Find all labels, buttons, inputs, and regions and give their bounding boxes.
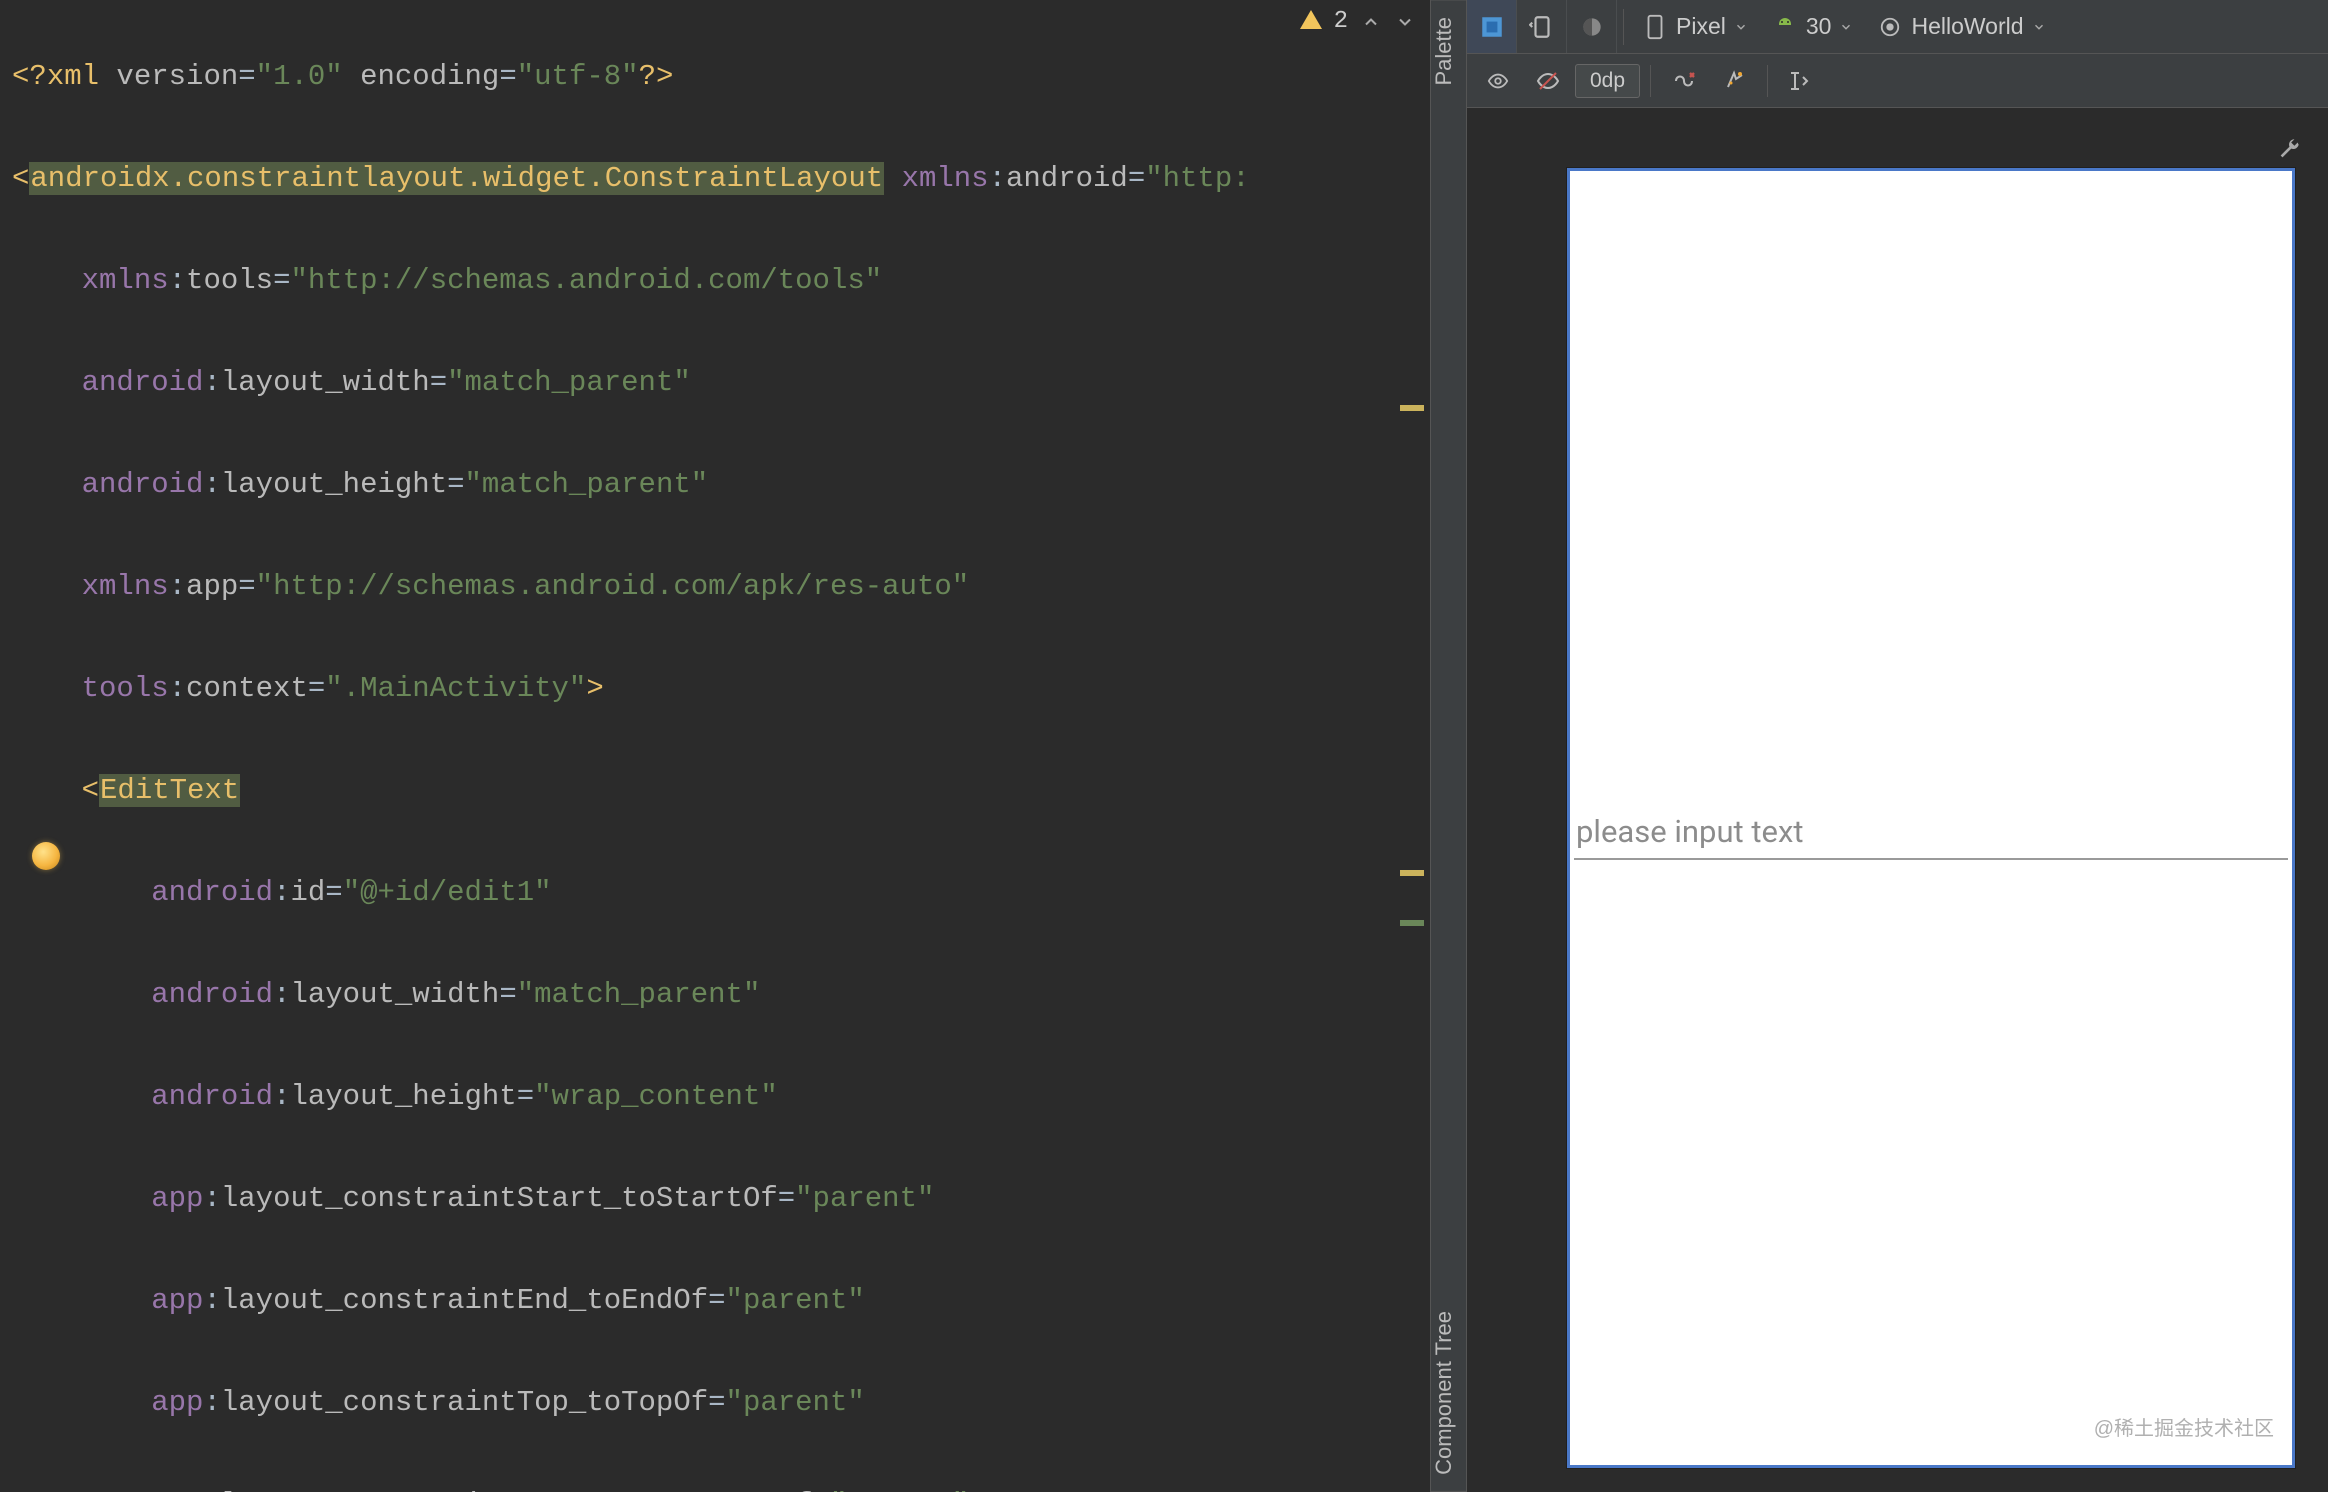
separator — [1623, 9, 1624, 45]
api-level: 30 — [1806, 13, 1832, 40]
theme-selector[interactable]: HelloWorld — [1865, 0, 2057, 54]
palette-label: Palette — [1431, 17, 1456, 86]
design-surface-select-icon[interactable] — [1467, 0, 1517, 54]
design-toolbar-secondary: 0dp — [1467, 54, 2328, 108]
view-options-icon[interactable] — [1475, 59, 1521, 103]
layout-design-preview: Pixel 30 HelloWorld — [1466, 0, 2328, 1492]
toggle-issue-panel-icon[interactable] — [1525, 59, 1571, 103]
default-margins-icon[interactable] — [1778, 59, 1824, 103]
palette-tool-window-button[interactable]: Palette — [1431, 0, 1466, 102]
edittext-preview[interactable] — [1574, 807, 2288, 860]
attributes-wrench-icon[interactable] — [2276, 136, 2304, 164]
separator — [1650, 65, 1651, 97]
component-tree-label: Component Tree — [1431, 1311, 1456, 1475]
api-level-selector[interactable]: 30 — [1760, 0, 1866, 54]
theme-icon — [1877, 14, 1903, 40]
clear-constraints-icon[interactable] — [1661, 59, 1707, 103]
tool-window-rail: Palette Component Tree — [1430, 0, 1466, 1492]
component-tree-tool-window-button[interactable]: Component Tree — [1431, 1295, 1466, 1492]
zoom-spacing-field[interactable]: 0dp — [1575, 64, 1640, 98]
orientation-toggle-icon[interactable] — [1517, 0, 1567, 54]
separator — [1767, 65, 1768, 97]
chevron-down-icon — [1734, 20, 1748, 34]
night-mode-icon[interactable] — [1567, 0, 1617, 54]
xml-code-editor[interactable]: 2 <?xml version="1.0" encoding="utf-8"?>… — [0, 0, 1430, 1492]
theme-name: HelloWorld — [1911, 13, 2023, 40]
device-phone-icon — [1642, 14, 1668, 40]
android-studio-layout-editor: 2 <?xml version="1.0" encoding="utf-8"?>… — [0, 0, 2328, 1492]
code-content[interactable]: <?xml version="1.0" encoding="utf-8"?> <… — [12, 0, 1430, 1492]
design-canvas[interactable]: @稀土掘金技术社区 — [1467, 108, 2328, 1492]
android-icon — [1772, 14, 1798, 40]
device-name: Pixel — [1676, 13, 1726, 40]
chevron-down-icon — [2032, 20, 2046, 34]
device-selector[interactable]: Pixel — [1630, 0, 1760, 54]
watermark-text: @稀土掘金技术社区 — [2094, 1412, 2274, 1441]
device-preview-frame[interactable]: @稀土掘金技术社区 — [1567, 168, 2295, 1468]
chevron-down-icon — [1839, 20, 1853, 34]
infer-constraints-icon[interactable] — [1711, 59, 1757, 103]
design-toolbar-top: Pixel 30 HelloWorld — [1467, 0, 2328, 54]
